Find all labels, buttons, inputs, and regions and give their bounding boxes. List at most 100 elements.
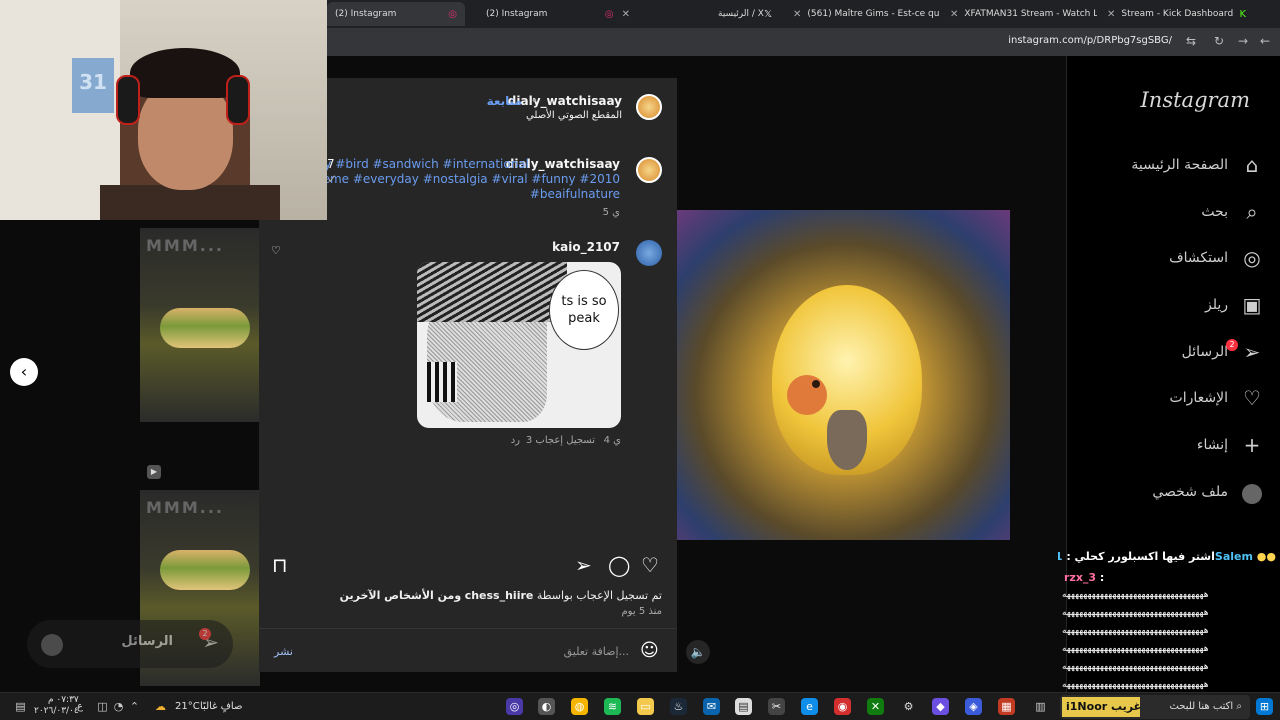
sidebar-item-search[interactable]: بحث ⌕	[1201, 197, 1264, 227]
tab-youtube[interactable]: ✕ (561) Maître Gims - Est-ce que ▶	[785, 2, 940, 26]
xbox-icon[interactable]: ✕	[867, 698, 884, 715]
weather-temp[interactable]: 21°C	[175, 701, 200, 712]
close-icon[interactable]: ✕	[950, 9, 958, 20]
weather-icon[interactable]: ☁	[152, 698, 169, 715]
comment-icon[interactable]: ◯	[608, 553, 630, 577]
copilot-icon[interactable]: ◆	[932, 698, 949, 715]
tile-caption: MMM...	[146, 498, 224, 517]
tab-title: (2) Instagram	[335, 9, 397, 19]
post-comment-button[interactable]: نشر	[274, 645, 293, 658]
sidebar-item-create[interactable]: إنشاء +	[1197, 430, 1264, 460]
chat-spam-line: ههههههههههههههههههههههههههههههههههه	[1062, 662, 1209, 672]
comment-username[interactable]: kaio_2107	[552, 240, 620, 254]
tab-instagram-2[interactable]: (2) Instagram ◎ ✕	[478, 2, 638, 26]
bird-eye	[812, 380, 820, 388]
start-icon[interactable]: ⊞	[1256, 698, 1273, 715]
forward-icon[interactable]: →	[1238, 34, 1248, 48]
author-avatar[interactable]	[636, 94, 662, 120]
liked-by-others[interactable]: ومن الأشخاص الآخرين	[340, 589, 462, 602]
separator-dot: •	[530, 94, 538, 108]
caption-avatar[interactable]	[636, 157, 662, 183]
task-view-icon[interactable]: ▥	[1032, 698, 1049, 715]
app-icon[interactable]: ◎	[506, 698, 523, 715]
back-icon[interactable]: ←	[1260, 34, 1270, 48]
app-icon[interactable]: ▦	[998, 698, 1015, 715]
sidebar-item-reels[interactable]: ريلز ▣	[1205, 290, 1264, 320]
tab-instagram-1[interactable]: (2) Instagram ◎	[327, 2, 465, 26]
store-icon[interactable]: ▤	[735, 698, 752, 715]
comment-like-icon[interactable]: ♡	[271, 244, 281, 257]
share-icon[interactable]: ➢	[575, 553, 592, 577]
post-video[interactable]	[677, 210, 1010, 540]
obs-icon[interactable]: ◐	[538, 698, 555, 715]
follow-button[interactable]: متابعة	[487, 94, 522, 108]
stream-chat-overlay: اشتر فيها اكسبلورر كحلي : 11Salem ●● rzx…	[1058, 546, 1280, 692]
messages-badge: 2	[1226, 339, 1238, 351]
chrome-icon[interactable]: ◍	[571, 698, 588, 715]
mail-icon[interactable]: ✉	[703, 698, 720, 715]
sidebar-item-label: إنشاء	[1196, 437, 1228, 453]
tab-kick-stream[interactable]: ✕ XFATMAN31 Stream - Watch Li	[942, 2, 1097, 26]
weather-desc[interactable]: صافٍ غالبًا	[200, 701, 242, 712]
mute-icon[interactable]: 🔈	[686, 640, 710, 664]
bookmark-icon[interactable]: ⊓	[272, 553, 288, 577]
tile-caption: MMM...	[146, 236, 224, 255]
reload-icon[interactable]: ↻	[1214, 34, 1224, 48]
url-field[interactable]: instagram.com/p/DRPbg7sgSBG/	[1008, 35, 1172, 46]
instagram-logo[interactable]: Instagram	[1141, 88, 1250, 112]
like-icon[interactable]: ♡	[641, 553, 659, 577]
feed-tile[interactable]: MMM...	[140, 228, 260, 422]
clock-date: ٢٠٢٦/٠٣/٠٤	[34, 706, 79, 716]
network-icon[interactable]: ◔	[110, 698, 127, 715]
messages-label: الرسائل	[121, 634, 173, 649]
tab-title: (561) Maître Gims - Est-ce que	[807, 9, 940, 19]
liked-by-prefix: تم تسجيل الإعجاب بواسطة	[536, 589, 662, 602]
close-icon[interactable]: ✕	[1107, 9, 1115, 20]
tab-title: XFATMAN31 Stream - Watch Li	[964, 9, 1097, 19]
site-settings-icon[interactable]: ⇆	[1186, 34, 1196, 48]
edge-icon[interactable]: e	[801, 698, 818, 715]
close-icon[interactable]: ✕	[622, 9, 630, 20]
caption-hashtags[interactable]: #beaifulnature	[530, 187, 620, 201]
close-icon[interactable]: ✕	[793, 9, 801, 20]
author-username[interactable]: dialy_watchisaay	[508, 94, 622, 108]
sidebar-item-label: ريلز	[1204, 297, 1228, 313]
app-icon[interactable]: ✂	[768, 698, 785, 715]
notifications-icon[interactable]: ▤	[12, 698, 29, 715]
sidebar-item-home[interactable]: الصفحة الرئيسية ⌂	[1131, 150, 1264, 180]
file-explorer-icon[interactable]: ▭	[637, 698, 654, 715]
clock[interactable]: ٠٧:٣٧ م ٢٠٢٦/٠٣/٠٤	[34, 695, 79, 717]
comment-likes[interactable]: 3 تسجيل إعجاب	[526, 435, 595, 446]
app-icon[interactable]: ◉	[834, 698, 851, 715]
manga-hair	[417, 262, 567, 322]
commenter-avatar[interactable]	[636, 240, 662, 266]
steam-icon[interactable]: ♨	[670, 698, 687, 715]
chat-user: i1Noor	[1066, 700, 1108, 713]
streamer-hair	[130, 48, 240, 98]
audio-label[interactable]: المقطع الصوتي الأصلي	[526, 110, 622, 121]
tab-x[interactable]: الرئيسية / X 𝕏	[710, 2, 780, 26]
sidebar-item-notifications[interactable]: الإشعارات ♡	[1170, 383, 1264, 413]
emoji-icon[interactable]: ☺	[640, 640, 659, 661]
sidebar-item-profile[interactable]: ملف شخصي	[1152, 477, 1264, 507]
reel-icon: ▶	[147, 465, 161, 479]
sidebar-item-messages[interactable]: الرسائل ➢	[1182, 337, 1264, 367]
app-icon[interactable]: ◈	[965, 698, 982, 715]
webcam-overlay: 31	[0, 0, 327, 220]
chat-spam-line: ههههههههههههههههههههههههههههههههههه	[1062, 644, 1209, 654]
chevron-up-icon[interactable]: ⌃	[126, 698, 143, 715]
comment-input[interactable]: إضافة تعليق...	[564, 645, 629, 658]
volume-icon[interactable]: ◫	[94, 698, 111, 715]
settings-icon[interactable]: ⚙	[900, 698, 917, 715]
previous-post-button[interactable]: ‹	[10, 358, 38, 386]
spotify-icon[interactable]: ≋	[604, 698, 621, 715]
messages-floating-button[interactable]: الرسائل ➢ 2	[27, 620, 233, 668]
plus-icon: +	[1243, 433, 1261, 457]
sidebar-item-explore[interactable]: استكشاف ◎	[1169, 243, 1264, 273]
tab-title: Stream - Kick Dashboard	[1121, 9, 1234, 19]
reply-button[interactable]: رد	[511, 435, 520, 446]
tab-title: (2) Instagram	[486, 9, 548, 19]
tab-kick-dashboard[interactable]: ✕ Stream - Kick Dashboard K	[1099, 2, 1254, 26]
liked-by-user[interactable]: chess_hiire	[465, 589, 534, 602]
kick-icon: K	[1239, 8, 1246, 20]
